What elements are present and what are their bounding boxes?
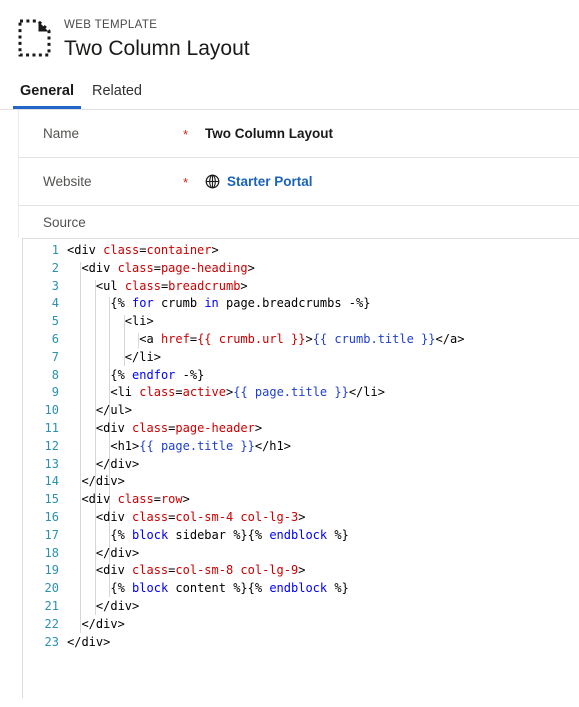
code-line: 16 <div class=col-sm-4 col-lg-3>: [23, 509, 579, 527]
code-line: 8 {% endfor -%}: [23, 367, 579, 385]
globe-icon: [205, 174, 220, 189]
code-line: 20 {% block content %}{% endblock %}: [23, 580, 579, 598]
code-line: 19 <div class=col-sm-8 col-lg-9>: [23, 562, 579, 580]
page-title: Two Column Layout: [64, 37, 250, 60]
code-line-text: {% endfor -%}: [110, 367, 205, 382]
code-line: 4 {% for crumb in page.breadcrumbs -%}: [23, 295, 579, 313]
code-line: 9 <li class=active>{{ page.title }}</li>: [23, 384, 579, 402]
line-number: 21: [44, 598, 59, 613]
code-line-text: </div>: [95, 456, 140, 471]
line-number: 3: [51, 278, 59, 293]
code-line-text: <ul class=breadcrumb>: [95, 278, 248, 293]
web-template-document-icon: [18, 18, 52, 58]
code-line-text: </div>: [81, 616, 125, 631]
line-number: 12: [44, 438, 59, 453]
line-number: 9: [51, 385, 59, 400]
tab-strip: General Related: [0, 72, 579, 110]
line-number: 13: [44, 456, 59, 471]
line-number: 22: [44, 616, 59, 631]
website-required-indicator: *: [183, 174, 189, 190]
code-line: 3 <ul class=breadcrumb>: [23, 278, 579, 296]
line-number: 5: [51, 314, 59, 329]
code-line: 2 <div class=page-heading>: [23, 260, 579, 278]
code-line: 6 <a href={{ crumb.url }}>{{ crumb.title…: [23, 331, 579, 349]
header-text-block: WEB TEMPLATE Two Column Layout: [64, 14, 250, 62]
line-number: 11: [44, 420, 59, 435]
code-line-text: <a href={{ crumb.url }}>{{ crumb.title }…: [139, 331, 465, 346]
record-header: WEB TEMPLATE Two Column Layout: [0, 0, 579, 72]
code-line: 23 </div>: [23, 634, 579, 652]
code-line: 21 </div>: [23, 598, 579, 616]
form-panel: Name * Two Column Layout Website * Start…: [18, 110, 579, 238]
code-line-text: <div class=container>: [67, 243, 219, 257]
website-lookup-value[interactable]: Starter Portal: [205, 173, 313, 191]
code-line-text: <div class=page-header>: [95, 420, 263, 435]
source-field-label: Source: [43, 215, 86, 230]
line-number: 19: [44, 563, 59, 578]
website-field-label: Website: [43, 173, 92, 189]
code-lines-container: 1 <div class=container> 2 <div class=page-…: [23, 239, 579, 651]
line-number: 18: [44, 545, 59, 560]
code-line-text: {% block content %}{% endblock %}: [110, 581, 349, 596]
code-line: 1 <div class=container>: [23, 242, 579, 260]
code-line-text: </div>: [67, 634, 111, 649]
code-line: 17 {% block sidebar %}{% endblock %}: [23, 527, 579, 545]
entity-type-label: WEB TEMPLATE: [64, 19, 158, 31]
code-line-text: <div class=col-sm-4 col-lg-3>: [95, 509, 306, 524]
code-line-text: </div>: [81, 474, 125, 489]
code-line-text: {% for crumb in page.breadcrumbs -%}: [110, 296, 371, 311]
line-number: 14: [44, 474, 59, 489]
line-number: 17: [44, 527, 59, 542]
form-row-name: Name * Two Column Layout: [19, 110, 579, 158]
code-line: 5 <li>: [23, 313, 579, 331]
code-line-text: </div>: [95, 545, 140, 560]
line-number: 4: [51, 296, 59, 311]
line-number: 16: [44, 509, 59, 524]
code-line: 14 </div>: [23, 473, 579, 491]
code-line-text: </ul>: [95, 403, 133, 418]
line-number: 6: [51, 331, 59, 346]
code-line: 22 </div>: [23, 616, 579, 634]
line-number: 7: [51, 349, 59, 364]
code-line-text: <div class=page-heading>: [81, 260, 255, 275]
code-line: 12 <h1>{{ page.title }}</h1>: [23, 438, 579, 456]
code-line: 15 <div class=row>: [23, 491, 579, 509]
code-line-text: <li>: [124, 314, 154, 329]
line-number: 1: [51, 243, 59, 257]
code-line-text: <div class=row>: [81, 492, 190, 507]
form-row-website: Website * Starter Portal: [19, 158, 579, 206]
code-line: 10 </ul>: [23, 402, 579, 420]
code-line: 7 </li>: [23, 349, 579, 367]
source-code-editor[interactable]: 1 <div class=container> 2 <div class=page-…: [22, 238, 579, 698]
name-field-label: Name: [43, 125, 80, 141]
code-line: 11 <div class=page-header>: [23, 420, 579, 438]
code-line: 13 </div>: [23, 456, 579, 474]
code-line-text: <li class=active>{{ page.title }}</li>: [110, 385, 385, 400]
line-number: 20: [44, 581, 59, 596]
line-number: 10: [44, 403, 59, 418]
website-lookup-text: Starter Portal: [227, 173, 313, 189]
code-line: 18 </div>: [23, 545, 579, 563]
line-number: 2: [51, 260, 59, 275]
code-line-text: {% block sidebar %}{% endblock %}: [110, 527, 349, 542]
line-number: 23: [44, 634, 59, 649]
line-number: 8: [51, 367, 59, 382]
code-line-text: <h1>{{ page.title }}</h1>: [110, 438, 291, 453]
code-line-text: </li>: [124, 349, 161, 364]
name-field-value[interactable]: Two Column Layout: [205, 125, 333, 143]
code-line-text: <div class=col-sm-8 col-lg-9>: [95, 563, 306, 578]
name-required-indicator: *: [183, 126, 189, 142]
tab-related[interactable]: Related: [83, 82, 151, 109]
line-number: 15: [44, 492, 59, 507]
tab-general[interactable]: General: [11, 82, 83, 109]
code-line-text: </div>: [95, 598, 140, 613]
